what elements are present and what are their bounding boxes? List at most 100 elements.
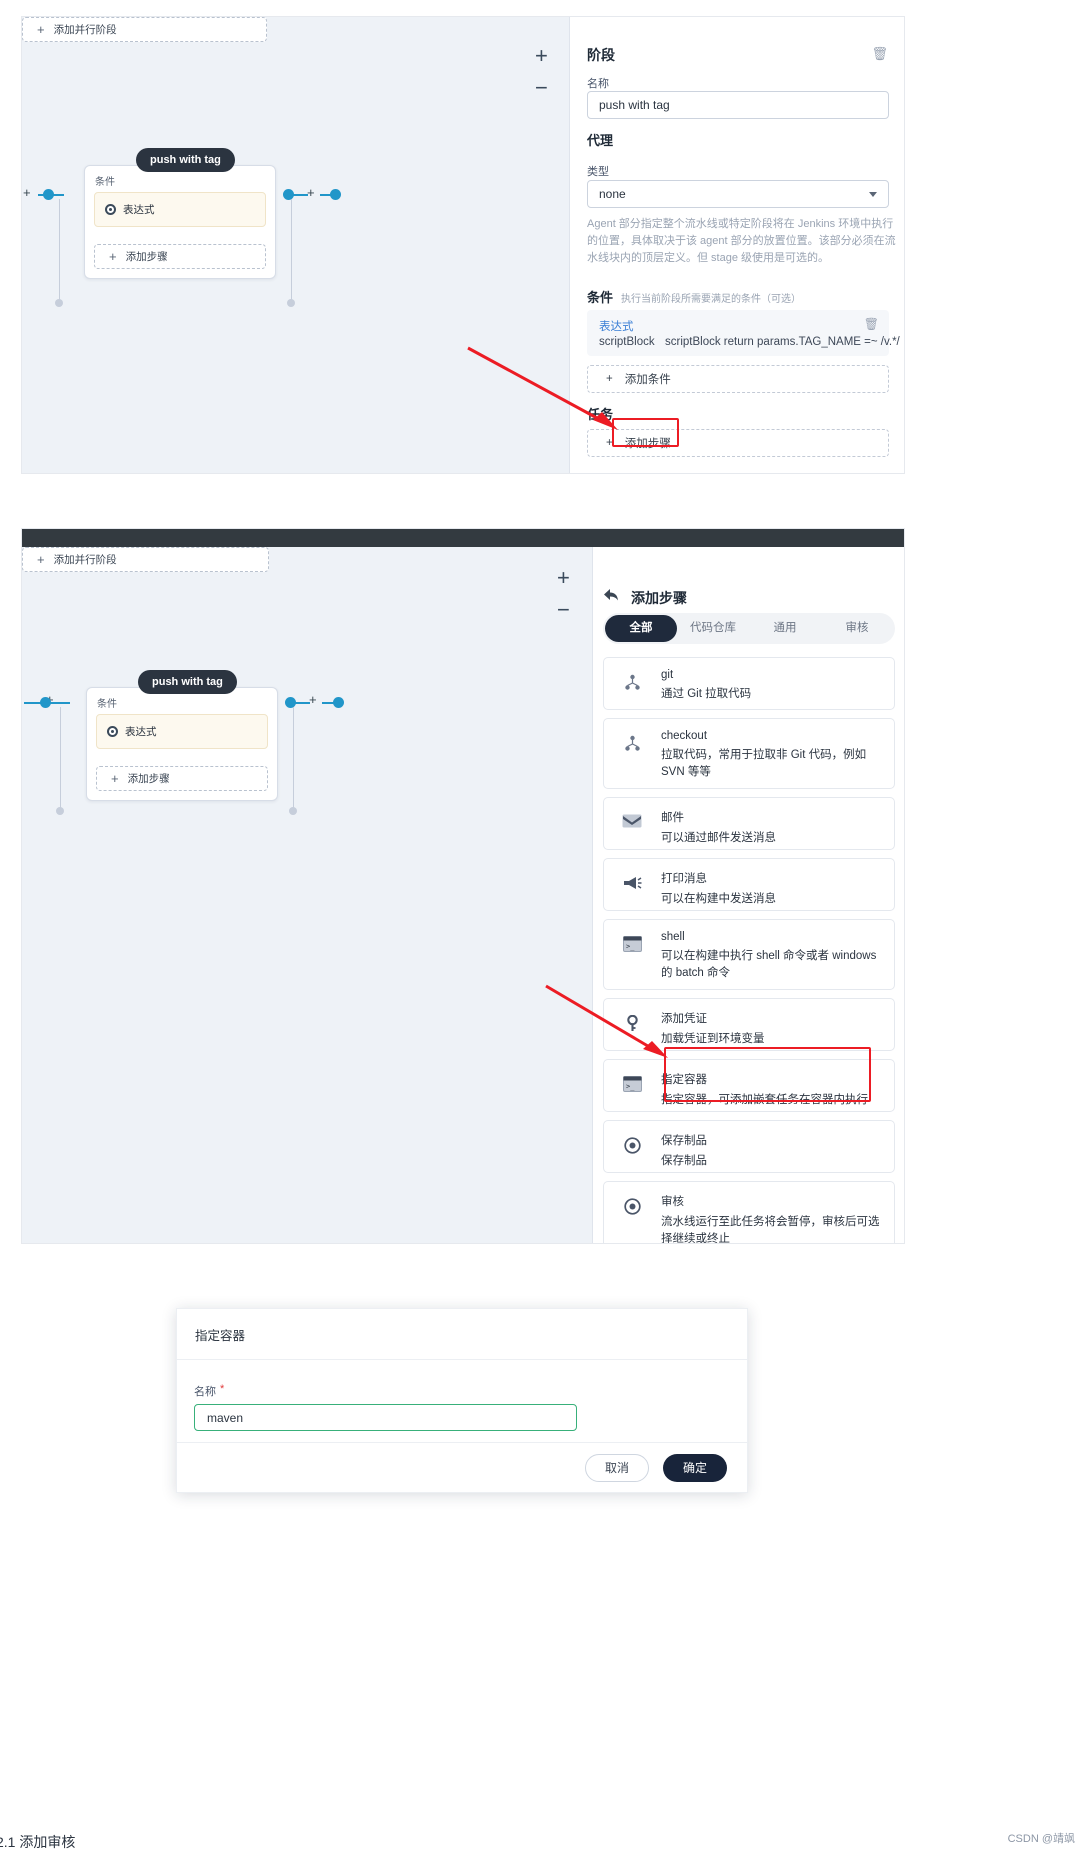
git-branch-icon [618,730,646,752]
connector-line-right-a-2 [290,702,310,704]
stage-pill-2[interactable]: push with tag [138,670,237,694]
zoom-out-button-2[interactable]: − [557,597,570,623]
condition-section-title: 条件 [587,290,614,305]
list-item[interactable]: 打印消息 可以在构建中发送消息 [603,858,895,911]
cancel-button[interactable]: 取消 [585,1453,649,1482]
plus-icon: + [37,552,45,567]
step-name: checkout [661,730,708,742]
list-item-text: 添加凭证 加载凭证到环境变量 [661,1010,880,1048]
tab-general[interactable]: 通用 [749,615,821,642]
confirm-button[interactable]: 确定 [663,1453,727,1482]
step-name: 添加凭证 [661,1013,707,1025]
drawer-title: 添加步骤 [631,590,687,606]
list-item-text: 指定容器 指定容器，可添加嵌套任务在容器内执行 [661,1071,880,1109]
condition-item-value: scriptBlock return params.TAG_NAME =~ /v… [665,336,900,348]
zoom-out-button[interactable]: − [535,75,548,101]
screenshot-stage-config: + − + push with tag 条件 表达式 + 添加步骤 + + 添加… [21,16,905,474]
add-parallel-stage-button-2[interactable]: + 添加并行阶段 [22,547,269,572]
condition-item[interactable]: 表达式 🗑 scriptBlock scriptBlock return par… [587,310,900,356]
list-item[interactable]: >_ shell 可以在构建中执行 shell 命令或者 windows 的 b… [603,919,895,990]
parallel-branch-line-left-2 [60,707,61,810]
agent-type-value: none [599,187,626,201]
stage-condition-box[interactable]: 表达式 [94,192,266,227]
terminal-icon: >_ [618,931,646,952]
parallel-dot-left [55,299,63,307]
step-name: 保存制品 [661,1135,707,1147]
required-indicator: * [220,1383,225,1395]
agent-type-select[interactable]: none [587,180,889,208]
stage-condition-value: 表达式 [123,204,155,216]
add-parallel-stage-button[interactable]: + 添加并行阶段 [22,17,267,42]
list-item[interactable]: 保存制品 保存制品 [603,1120,895,1173]
add-condition-button[interactable]: + 添加条件 [587,365,889,393]
screenshot-add-step-drawer: + − + push with tag 条件 表达式 + 添加步骤 + [21,528,905,1244]
stage-name-input[interactable]: push with tag [587,91,889,119]
add-condition-label: 添加条件 [624,374,671,386]
chevron-down-icon [869,191,877,197]
step-list[interactable]: git 通过 Git 拉取代码 checkout 拉取代码，常用于拉取非 Git… [603,657,895,1244]
list-item[interactable]: git 通过 Git 拉取代码 [603,657,895,710]
step-desc: 可以在构建中执行 shell 命令或者 windows 的 batch 命令 [661,950,877,980]
list-item-container-step[interactable]: >_ 指定容器 指定容器，可添加嵌套任务在容器内执行 [603,1059,895,1112]
dialog-name-label: 名称 [194,1386,216,1398]
svg-text:>_: >_ [626,943,635,951]
window-title-bar-2 [22,529,904,547]
stage-add-step-button-2[interactable]: + 添加步骤 [96,766,268,791]
watermark: CSDN @靖飒 [1007,1833,1075,1845]
panel-title: 阶段 [587,47,615,63]
add-stage-right-icon[interactable]: + [307,186,315,199]
step-name: 指定容器 [661,1074,707,1086]
tab-review[interactable]: 审核 [821,615,893,642]
stage-card-2[interactable]: 条件 表达式 + 添加步骤 [86,687,278,801]
list-item[interactable]: 审核 流水线运行至此任务将会暂停，审核后可选择继续或终止 [603,1181,895,1244]
stage-condition-box-2[interactable]: 表达式 [96,714,268,749]
list-item-text: 审核 流水线运行至此任务将会暂停，审核后可选择继续或终止 [661,1193,880,1244]
add-parallel-stage-label: 添加并行阶段 [53,24,117,36]
pipeline-canvas-2[interactable]: + − + push with tag 条件 表达式 + 添加步骤 + [22,547,593,1243]
zoom-in-button-2[interactable]: + [557,565,570,591]
panel-add-step-button[interactable]: + 添加步骤 [587,429,889,457]
tab-repo[interactable]: 代码仓库 [677,615,749,642]
container-name-input[interactable]: maven [194,1404,577,1431]
connector-line-right-a [288,194,308,196]
stage-pill[interactable]: push with tag [136,148,235,172]
git-branch-icon [618,669,646,691]
dialog-body: 名称 * maven [177,1360,747,1444]
stage-card[interactable]: 条件 表达式 + 添加步骤 [84,165,276,279]
dialog-name-label-row: 名称 * [194,1383,224,1399]
step-desc: 可以通过邮件发送消息 [661,832,776,844]
condition-item-key: scriptBlock [599,336,655,348]
add-stage-left-icon[interactable]: + [23,186,31,199]
parallel-branch-line-right [291,199,292,302]
list-item[interactable]: 邮件 可以通过邮件发送消息 [603,797,895,850]
list-item[interactable]: checkout 拉取代码，常用于拉取非 Git 代码，例如 SVN 等等 [603,718,895,789]
zoom-in-button[interactable]: + [535,43,548,69]
step-desc: 流水线运行至此任务将会暂停，审核后可选择继续或终止 [661,1216,880,1244]
circle-dot-icon [618,1132,646,1154]
back-arrow-icon[interactable] [603,588,619,602]
circle-dot-icon [618,1193,646,1215]
step-desc: 可以在构建中发送消息 [661,893,776,905]
plus-icon: + [606,373,613,385]
delete-stage-icon[interactable]: 🗑 [871,46,888,62]
add-stage-right-icon-2[interactable]: + [309,693,317,706]
dialog-footer: 取消 确定 [177,1442,747,1492]
panel-add-step-label: 添加步骤 [624,438,671,450]
delete-condition-icon[interactable]: 🗑 [864,317,879,331]
dialog-title: 指定容器 [195,1328,246,1343]
list-item[interactable]: 添加凭证 加载凭证到环境变量 [603,998,895,1051]
step-category-tabs[interactable]: 全部 代码仓库 通用 审核 [603,613,895,644]
task-section-title: 任务 [587,407,614,422]
connector-dot-left-2 [40,697,51,708]
connector-dot-right-b-2 [333,697,344,708]
tab-all[interactable]: 全部 [605,615,677,642]
stage-add-step-button[interactable]: + 添加步骤 [94,244,266,269]
parallel-dot-left-2 [56,807,64,815]
list-item-text: shell 可以在构建中执行 shell 命令或者 windows 的 batc… [661,931,880,983]
plus-icon: + [37,22,45,37]
step-desc: 保存制品 [661,1155,707,1167]
condition-section-hint: 执行当前阶段所需要满足的条件（可选） [621,294,802,305]
pipeline-canvas[interactable]: + − + push with tag 条件 表达式 + 添加步骤 + + 添加… [22,17,570,473]
stage-config-panel: 阶段 🗑 名称 push with tag 代理 类型 none Agent 部… [570,17,904,473]
step-name: 打印消息 [661,873,707,885]
